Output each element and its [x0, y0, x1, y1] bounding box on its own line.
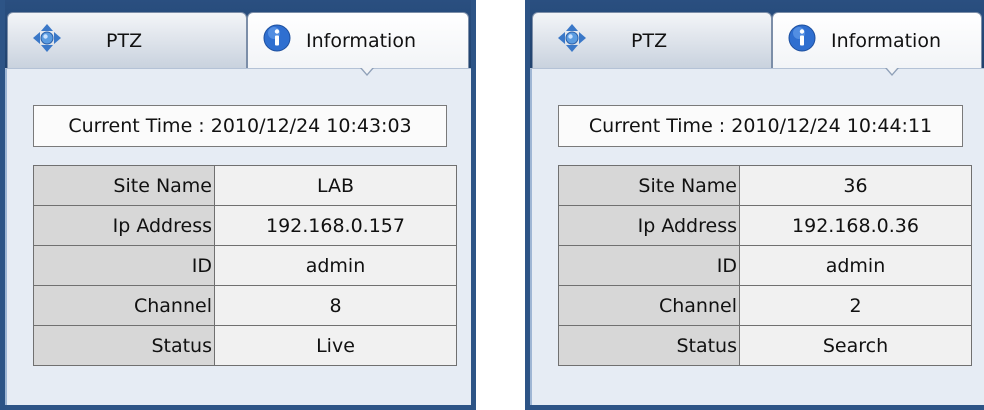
- tab-information[interactable]: Information: [772, 12, 982, 76]
- tab-information-label: Information: [831, 30, 941, 52]
- status-label: Status: [33, 325, 215, 366]
- status-value: Live: [214, 325, 457, 366]
- tab-ptz-label: PTZ: [106, 30, 143, 52]
- table-row: Ip Address 192.168.0.157: [33, 205, 457, 246]
- info-icon: [263, 24, 291, 52]
- tab-pointer: [885, 67, 899, 76]
- table-row: Site Name LAB: [33, 165, 457, 206]
- tab-bar: PTZ Information: [5, 0, 471, 76]
- tab-bar: PTZ Information: [530, 0, 984, 76]
- info-content: Current Time : 2010/12/24 10:44:11 Site …: [530, 68, 984, 405]
- channel-value: 2: [739, 285, 972, 326]
- info-panel-right: PTZ Information Current Time : 2010/12/2…: [525, 0, 984, 410]
- tab-ptz-label: PTZ: [631, 30, 668, 52]
- table-row: ID admin: [558, 245, 972, 286]
- table-row: Site Name 36: [558, 165, 972, 206]
- table-row: Ip Address 192.168.0.36: [558, 205, 972, 246]
- status-label: Status: [558, 325, 740, 366]
- current-time: Current Time : 2010/12/24 10:44:11: [558, 105, 963, 147]
- table-row: Channel 8: [33, 285, 457, 326]
- table-row: ID admin: [33, 245, 457, 286]
- move-arrows-icon: [33, 24, 61, 52]
- site-name-value: LAB: [214, 165, 457, 206]
- ip-address-label: Ip Address: [33, 205, 215, 246]
- device-info-table: Site Name 36 Ip Address 192.168.0.36 ID …: [558, 165, 972, 366]
- info-panel-left: PTZ Information Current Time : 2010/12/2…: [0, 0, 476, 410]
- current-time: Current Time : 2010/12/24 10:43:03: [33, 105, 447, 147]
- channel-value: 8: [214, 285, 457, 326]
- tab-information[interactable]: Information: [247, 12, 469, 76]
- table-row: Channel 2: [558, 285, 972, 326]
- tab-ptz[interactable]: PTZ: [7, 12, 247, 68]
- tab-ptz[interactable]: PTZ: [532, 12, 772, 68]
- info-content: Current Time : 2010/12/24 10:43:03 Site …: [5, 68, 471, 405]
- site-name-value: 36: [739, 165, 972, 206]
- id-value: admin: [214, 245, 457, 286]
- site-name-label: Site Name: [33, 165, 215, 206]
- id-value: admin: [739, 245, 972, 286]
- ip-address-value: 192.168.0.157: [214, 205, 457, 246]
- info-icon: [788, 24, 816, 52]
- id-label: ID: [33, 245, 215, 286]
- ip-address-label: Ip Address: [558, 205, 740, 246]
- move-arrows-icon: [558, 24, 586, 52]
- tab-information-label: Information: [306, 30, 416, 52]
- channel-label: Channel: [33, 285, 215, 326]
- channel-label: Channel: [558, 285, 740, 326]
- device-info-table: Site Name LAB Ip Address 192.168.0.157 I…: [33, 165, 457, 366]
- site-name-label: Site Name: [558, 165, 740, 206]
- table-row: Status Live: [33, 325, 457, 366]
- ip-address-value: 192.168.0.36: [739, 205, 972, 246]
- id-label: ID: [558, 245, 740, 286]
- table-row: Status Search: [558, 325, 972, 366]
- status-value: Search: [739, 325, 972, 366]
- tab-pointer: [360, 67, 374, 76]
